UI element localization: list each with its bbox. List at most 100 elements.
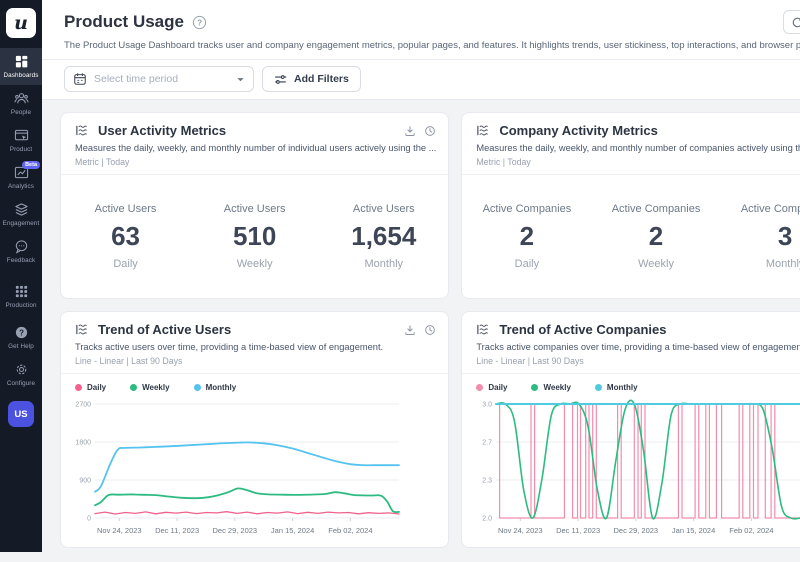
sidebar-item-label: Engagement [3,220,40,227]
add-filters-label: Add Filters [294,73,349,85]
refresh-button[interactable] [783,10,800,34]
dashboards-icon [14,54,29,69]
sidebar-item-feedback[interactable]: Feedback [0,233,42,270]
metric-value: 1,654 [319,221,448,252]
metric-value: 2 [462,221,591,252]
svg-text:Dec 11, 2023: Dec 11, 2023 [155,526,199,535]
card-title: Company Activity Metrics [499,123,797,138]
card-meta: Line - Linear | Last 90 Days [476,356,800,366]
metric-period: Monthly [721,258,800,270]
sidebar: u Dashboards People Product Beta Analyti… [0,0,42,552]
beta-badge: Beta [22,161,40,169]
legend-item-daily[interactable]: Daily [75,383,106,392]
product-icon [14,128,29,143]
card-title: Trend of Active Companies [499,322,797,337]
svg-text:Dec 29, 2023: Dec 29, 2023 [614,526,659,535]
metric-label: Active Users [61,203,190,215]
metric-period: Monthly [319,258,448,270]
sidebar-item-get-help[interactable]: ? Get Help [0,319,42,356]
metric-value: 3 [721,221,800,252]
sidebar-item-label: Get Help [8,343,34,350]
legend-label: Monthly [607,383,638,392]
sidebar-item-label: Feedback [7,257,35,264]
page-title: Product Usage [64,12,184,32]
legend-label: Daily [87,383,106,392]
card-meta: Metric | Today [476,157,800,167]
sidebar-item-engagement[interactable]: Engagement [0,196,42,233]
metric-period: Weekly [190,258,319,270]
legend-weekly-dot [531,384,538,391]
metric-weekly: Active Companies 2 Weekly [591,203,720,270]
card-company-activity-metrics: Company Activity Metrics Measures the da… [461,112,800,299]
page-help-icon[interactable]: ? [192,15,207,30]
metric-value: 510 [190,221,319,252]
metrics-row: Active Companies 2 Daily Active Companie… [462,175,800,298]
svg-text:2700: 2700 [75,402,91,409]
sidebar-item-label: Production [5,302,36,309]
metric-value: 63 [61,221,190,252]
add-filters-button[interactable]: Add Filters [262,66,361,92]
legend-item-monthly[interactable]: Monthly [194,383,237,392]
sidebar-item-people[interactable]: People [0,85,42,122]
card-title: Trend of Active Users [98,322,396,337]
legend-item-monthly[interactable]: Monthly [595,383,638,392]
metric-label: Active Users [319,203,448,215]
legend-item-weekly[interactable]: Weekly [531,383,570,392]
download-icon[interactable] [404,324,416,336]
page-description: The Product Usage Dashboard tracks user … [64,40,800,51]
user-avatar[interactable]: US [8,401,34,427]
card-description: Tracks active companies over time, provi… [476,342,800,352]
legend-item-daily[interactable]: Daily [476,383,507,392]
help-icon: ? [14,325,29,340]
legend-item-weekly[interactable]: Weekly [130,383,169,392]
svg-text:Jan 15, 2024: Jan 15, 2024 [271,526,314,535]
metric-wave-icon [75,322,90,337]
metric-wave-icon [476,123,491,138]
metric-wave-icon [75,123,90,138]
chevron-down-icon [236,75,245,84]
metric-period: Daily [61,258,190,270]
gear-icon [14,362,29,377]
download-icon[interactable] [404,125,416,137]
people-icon [14,91,29,106]
legend-daily-dot [476,384,483,391]
page-header: Product Usage ? The Product Usage Dashbo… [42,0,800,60]
app-logo[interactable]: u [6,8,36,38]
sidebar-item-product[interactable]: Product [0,122,42,159]
card-title: User Activity Metrics [98,123,396,138]
time-period-select[interactable]: Select time period [64,66,254,92]
svg-text:2.7: 2.7 [483,440,493,447]
legend-label: Weekly [142,383,169,392]
metric-daily: Active Users 63 Daily [61,203,190,270]
card-description: Measures the daily, weekly, and monthly … [75,143,436,153]
card-meta: Line - Linear | Last 90 Days [75,356,436,366]
svg-text:Dec 29, 2023: Dec 29, 2023 [212,526,257,535]
active-users-line-chart: 090018002700Nov 24, 2023Dec 11, 2023Dec … [61,394,448,540]
metric-label: Active Companies [591,203,720,215]
sidebar-item-label: Product [10,146,32,153]
metric-label: Active Users [190,203,319,215]
metric-label: Active Companies [462,203,591,215]
grid-dots-icon [14,284,29,299]
svg-text:0: 0 [87,516,91,523]
sidebar-item-dashboards[interactable]: Dashboards [0,48,42,85]
metric-label: Active Companies [721,203,800,215]
calendar-icon [73,72,87,86]
sidebar-item-production[interactable]: Production [0,278,42,315]
history-icon[interactable] [424,125,436,137]
svg-text:900: 900 [79,478,91,485]
legend-label: Weekly [543,383,570,392]
metric-weekly: Active Users 510 Weekly [190,203,319,270]
sidebar-item-analytics[interactable]: Beta Analytics [0,159,42,196]
sidebar-item-label: Analytics [8,183,34,190]
sidebar-item-label: Configure [7,380,35,387]
chart-legend: Daily Weekly Monthly [462,374,800,394]
sidebar-item-configure[interactable]: Configure [0,356,42,393]
metric-monthly: Active Companies 3 Monthly [721,203,800,270]
sidebar-item-label: People [11,109,31,116]
svg-text:?: ? [197,18,202,27]
main-area: Product Usage ? The Product Usage Dashbo… [42,0,800,552]
history-icon[interactable] [424,324,436,336]
metric-period: Daily [462,258,591,270]
card-user-activity-metrics: User Activity Metrics Measures the daily… [60,112,449,299]
